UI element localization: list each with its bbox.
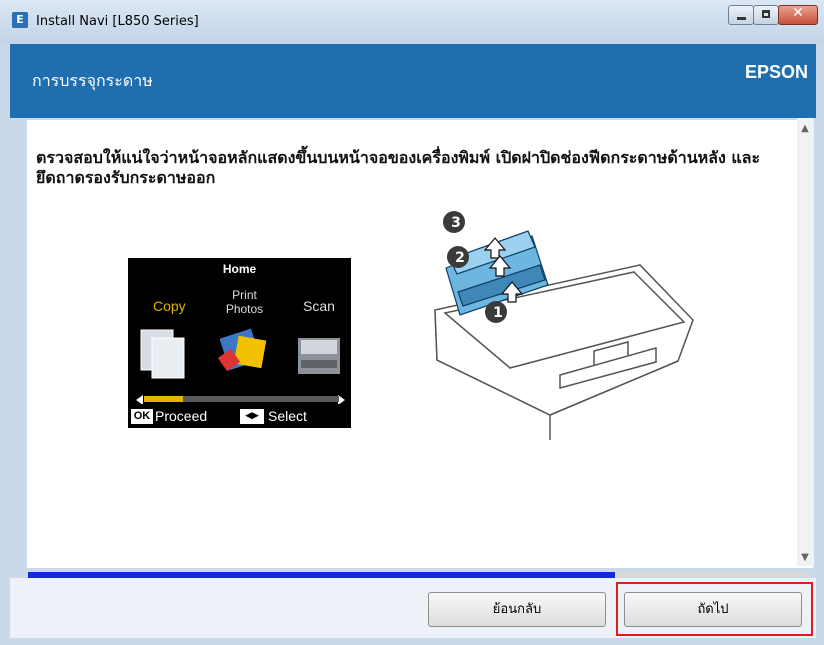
installer-window: E Install Navi [L850 Series] ✕ การบรรจุก…	[0, 0, 824, 645]
app-icon: E	[12, 12, 28, 28]
scroll-up-icon[interactable]: ▲	[800, 123, 810, 134]
step-1-badge: 1	[493, 305, 503, 321]
copy-icon	[140, 329, 185, 379]
window-title: Install Navi [L850 Series]	[36, 14, 199, 29]
back-button[interactable]: ย้อนกลับ	[428, 592, 606, 627]
close-button[interactable]: ✕	[778, 5, 818, 25]
scanner-icon	[298, 338, 340, 374]
minimize-button[interactable]	[728, 5, 754, 25]
printer-illustration	[434, 211, 694, 440]
title-bar[interactable]: E Install Navi [L850 Series] ✕	[0, 0, 824, 44]
maximize-icon	[762, 10, 770, 18]
lcd-left-arrow-icon	[136, 395, 143, 404]
lcd-right-arrow-icon	[338, 395, 345, 404]
page-header: การบรรจุกระดาษ EPSON	[10, 44, 816, 118]
close-icon: ✕	[792, 5, 804, 21]
page-title: การบรรจุกระดาษ	[32, 71, 153, 90]
lcd-proceed-label: Proceed	[155, 408, 208, 424]
vertical-scrollbar[interactable]: ▲ ▼	[797, 118, 814, 566]
printer-lcd-screen: Home Copy Print Photos Scan OK Proceed ◀…	[128, 258, 351, 428]
step-3-badge: 3	[451, 215, 461, 231]
photos-icon	[217, 328, 267, 372]
lcd-select-label: Select	[268, 408, 307, 424]
lcd-footer: OK Proceed ◀▶ Select	[128, 407, 351, 428]
maximize-button[interactable]	[753, 5, 779, 25]
brand-logo: EPSON	[744, 62, 808, 82]
step-2-badge: 2	[455, 250, 465, 266]
lcd-icons	[136, 328, 345, 404]
scroll-down-icon[interactable]: ▼	[800, 552, 810, 563]
minimize-icon	[737, 17, 746, 20]
lcd-ok-badge: OK	[131, 409, 153, 424]
lcd-left-right-icon: ◀▶	[240, 409, 264, 424]
instruction-text: ตรวจสอบให้แน่ใจว่าหน้าจอหลักแสดงขึ้นบนหน…	[36, 148, 761, 187]
next-button-highlight	[616, 582, 813, 636]
